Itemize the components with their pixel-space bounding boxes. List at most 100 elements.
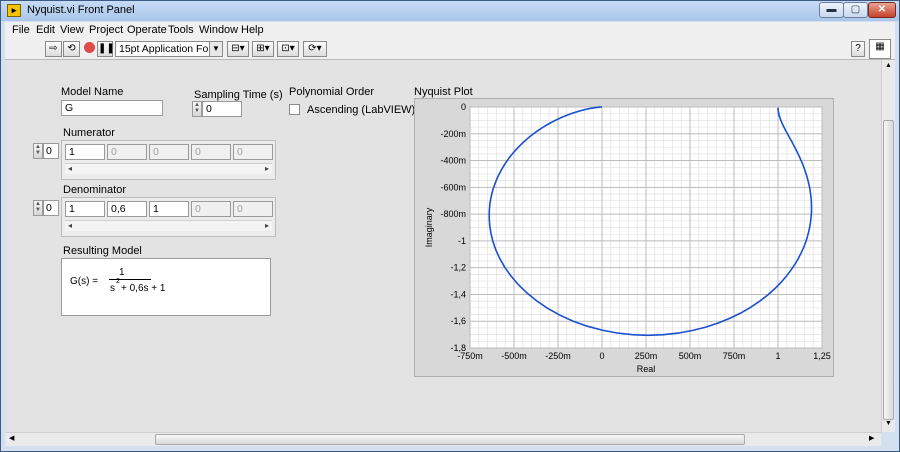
denominator-scrollbar[interactable]: ◂ ▸: [65, 220, 272, 231]
scroll-down-icon[interactable]: ▼: [885, 420, 892, 427]
menu-operate[interactable]: Operate: [127, 24, 167, 36]
abort-icon[interactable]: [81, 41, 98, 57]
model-name-label: Model Name: [61, 86, 124, 98]
denominator-element[interactable]: 1: [149, 201, 189, 217]
menu-window[interactable]: Window: [199, 24, 238, 36]
y-tick-label: -1,4: [450, 289, 466, 299]
y-tick-label: -1,6: [450, 316, 466, 326]
horizontal-scrollbar[interactable]: ◀ ▶: [5, 432, 881, 446]
y-tick-label: -1,2: [450, 263, 466, 273]
numerator-index[interactable]: 0: [43, 143, 59, 159]
chevron-right-icon[interactable]: ▸: [265, 164, 269, 173]
labview-window: ▸ Nyquist.vi Front Panel ▬ ▢ ✕ File Edit…: [0, 0, 900, 452]
chevron-left-icon[interactable]: ◂: [68, 221, 72, 230]
y-tick-label: -1: [458, 236, 466, 246]
scroll-left-icon[interactable]: ◀: [9, 434, 14, 442]
menu-bar: File Edit View Project Operate Tools Win…: [5, 22, 895, 38]
toolbar: ⇨ ⟲ ❚❚ 15pt Application Font ▼ ⊟▾ ⊞▾ ⊡▾ ⟳…: [5, 38, 895, 60]
pause-icon[interactable]: ❚❚: [97, 41, 115, 57]
numerator-element[interactable]: 0: [149, 144, 189, 160]
y-tick-label: -1,8: [450, 343, 466, 353]
y-tick-label: -400m: [440, 156, 466, 166]
maximize-button[interactable]: ▢: [843, 2, 868, 18]
denominator-element[interactable]: 0,6: [107, 201, 147, 217]
sampling-time-input[interactable]: 0: [202, 101, 242, 117]
y-tick-label: -200m: [440, 129, 466, 139]
result-den-rest: + 0,6s + 1: [121, 283, 166, 294]
resulting-model-display: G(s) = 1 s 2 + 0,6s + 1: [61, 258, 271, 316]
nyquist-plot-title: Nyquist Plot: [414, 86, 473, 98]
menu-file[interactable]: File: [12, 24, 30, 36]
x-tick-label: 750m: [723, 351, 746, 361]
x-tick-label: 1: [775, 351, 780, 361]
result-numerator: 1: [119, 267, 125, 278]
numerator-array: 1 0 0 0 0 ◂ ▸: [61, 140, 276, 180]
menu-view[interactable]: View: [60, 24, 84, 36]
x-tick-label: -250m: [545, 351, 571, 361]
vertical-scroll-thumb[interactable]: [883, 120, 894, 420]
sampling-spinner[interactable]: ▲ ▼: [192, 101, 202, 117]
denominator-label: Denominator: [63, 184, 126, 196]
labview-vi-icon: ▸: [7, 4, 21, 17]
denominator-element[interactable]: 0: [191, 201, 231, 217]
nyquist-graph[interactable]: -750m -500m -250m 0 250m 500m 750m 1 1,25 0 -200m -…: [414, 98, 834, 377]
y-tick-label: -600m: [440, 182, 466, 192]
nyquist-plot-svg: -750m -500m -250m 0 250m 500m 750m 1 1,250-200m-…: [424, 102, 831, 374]
numerator-element[interactable]: 0: [191, 144, 231, 160]
close-button[interactable]: ✕: [868, 2, 896, 18]
denominator-index-spinner[interactable]: ▲ ▼: [33, 200, 43, 216]
menu-edit[interactable]: Edit: [36, 24, 55, 36]
sampling-time-label: Sampling Time (s): [194, 89, 283, 101]
denominator-array: 1 0,6 1 0 0 ◂ ▸: [61, 197, 276, 237]
chevron-down-icon: ▼: [209, 42, 222, 56]
horizontal-scroll-thumb[interactable]: [155, 434, 745, 445]
menu-tools[interactable]: Tools: [168, 24, 194, 36]
x-tick-label: 250m: [635, 351, 658, 361]
ascending-label: Ascending (LabVIEW): [307, 104, 416, 116]
distribute-objects-icon[interactable]: ⊞▾: [252, 41, 274, 57]
font-selector-label: 15pt Application Font: [119, 43, 218, 55]
x-tick-label: -500m: [501, 351, 527, 361]
numerator-element[interactable]: 0: [233, 144, 273, 160]
reorder-icon[interactable]: ⟳▾: [303, 41, 327, 57]
x-tick-label: 500m: [679, 351, 702, 361]
vi-connector-icon: ▦: [869, 39, 891, 59]
resulting-model-label: Resulting Model: [63, 245, 142, 257]
numerator-scrollbar[interactable]: ◂ ▸: [65, 163, 272, 174]
resize-objects-icon[interactable]: ⊡▾: [277, 41, 299, 57]
scroll-right-icon[interactable]: ▶: [869, 434, 874, 442]
window-title: Nyquist.vi Front Panel: [27, 4, 135, 16]
numerator-element[interactable]: 0: [107, 144, 147, 160]
title-bar[interactable]: ▸ Nyquist.vi Front Panel ▬ ▢ ✕: [1, 1, 899, 21]
vertical-scrollbar[interactable]: ▲ ▼: [881, 60, 895, 432]
run-arrow-icon[interactable]: ⇨: [45, 41, 62, 57]
menu-help[interactable]: Help: [241, 24, 264, 36]
align-objects-icon[interactable]: ⊟▾: [227, 41, 249, 57]
chevron-right-icon[interactable]: ▸: [265, 221, 269, 230]
scroll-up-icon[interactable]: ▲: [885, 62, 892, 69]
context-help-icon[interactable]: ?: [851, 41, 865, 57]
font-selector[interactable]: 15pt Application Font ▼: [115, 41, 223, 57]
ascending-checkbox[interactable]: [289, 104, 300, 115]
y-tick-label: 0: [461, 102, 466, 112]
numerator-element[interactable]: 1: [65, 144, 105, 160]
denominator-index[interactable]: 0: [43, 200, 59, 216]
polynomial-order-label: Polynomial Order: [289, 86, 374, 98]
minimize-button[interactable]: ▬: [819, 2, 844, 18]
x-tick-label: 0: [599, 351, 604, 361]
run-continuously-icon[interactable]: ⟲: [63, 41, 80, 57]
y-tick-label: -800m: [440, 209, 466, 219]
result-den-s: s: [110, 283, 115, 294]
model-name-input[interactable]: G: [61, 100, 163, 116]
chevron-left-icon[interactable]: ◂: [68, 164, 72, 173]
result-lhs: G(s) =: [70, 276, 99, 287]
numerator-index-spinner[interactable]: ▲ ▼: [33, 143, 43, 159]
front-panel: Model Name G Sampling Time (s) ▲ ▼ 0 Poly…: [5, 60, 881, 432]
denominator-element[interactable]: 1: [65, 201, 105, 217]
result-den-exp: 2: [116, 278, 120, 285]
denominator-element[interactable]: 0: [233, 201, 273, 217]
x-tick-label: 1,25: [813, 351, 831, 361]
y-axis-label: Imaginary: [424, 207, 434, 247]
menu-project[interactable]: Project: [89, 24, 123, 36]
numerator-label: Numerator: [63, 127, 115, 139]
